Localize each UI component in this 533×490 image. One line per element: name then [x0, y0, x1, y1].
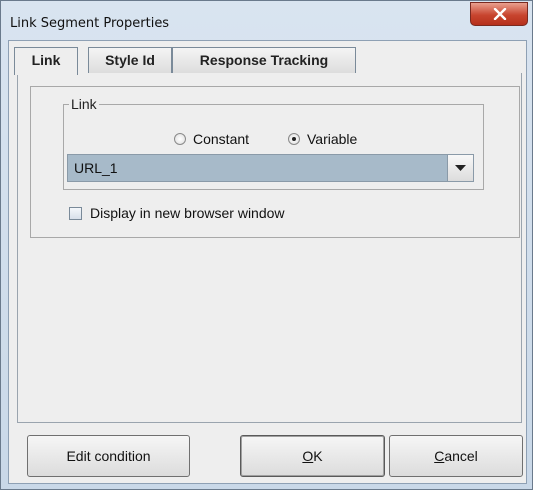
tab-style-id[interactable]: Style Id	[88, 47, 172, 73]
combobox-value: URL_1	[74, 160, 118, 176]
radio-constant-button[interactable]	[174, 133, 186, 145]
new-window-checkbox[interactable]	[69, 207, 82, 220]
new-window-checkbox-label[interactable]: Display in new browser window	[90, 205, 285, 221]
ok-mnemonic: O	[302, 448, 314, 464]
cancel-button[interactable]: Cancel	[389, 435, 523, 477]
tab-link[interactable]: Link	[14, 47, 78, 75]
combobox-dropdown-button[interactable]	[447, 155, 473, 181]
cancel-label-rest: ancel	[444, 448, 478, 464]
close-button[interactable]	[470, 2, 528, 26]
title-bar[interactable]: Link Segment Properties	[1, 1, 532, 41]
chevron-down-icon	[455, 165, 466, 171]
edit-condition-button[interactable]: Edit condition	[27, 435, 190, 477]
close-icon	[493, 8, 507, 20]
radio-variable-button[interactable]	[288, 133, 300, 145]
window-title: Link Segment Properties	[10, 16, 170, 31]
radio-constant-label[interactable]: Constant	[193, 131, 249, 147]
link-group-legend: Link	[69, 96, 99, 112]
link-variable-combobox[interactable]: URL_1	[67, 154, 474, 182]
ok-button[interactable]: OK	[240, 435, 385, 477]
tab-response-tracking[interactable]: Response Tracking	[172, 47, 356, 73]
radio-variable-label[interactable]: Variable	[307, 131, 357, 147]
ok-label-rest: K	[313, 448, 323, 464]
cancel-mnemonic: C	[434, 448, 445, 464]
